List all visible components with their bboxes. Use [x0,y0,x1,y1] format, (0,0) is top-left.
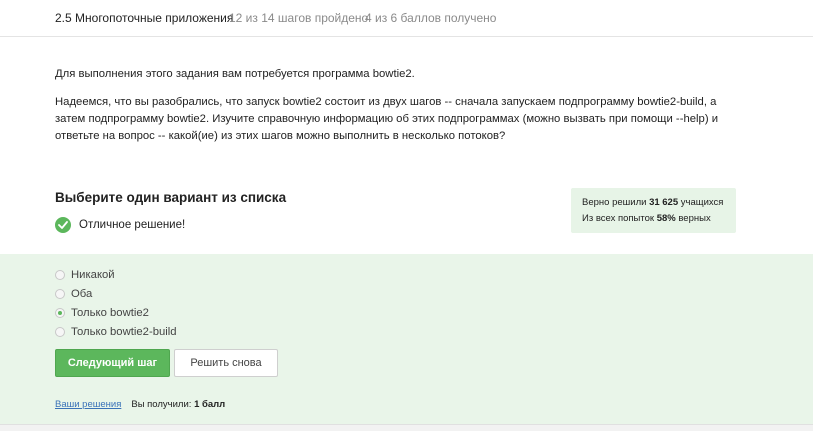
option-label: Только bowtie2-build [71,325,177,338]
options-list: Никакой Оба Только bowtie2 Только bowtie… [55,265,177,341]
received-prefix: Вы получили: [131,399,192,410]
bottom-divider [0,424,813,431]
option-none[interactable]: Никакой [55,265,177,284]
stats-attempts-percent: 58% [656,213,676,224]
retry-button[interactable]: Решить снова [174,349,278,377]
feedback-text: Отличное решение! [79,219,186,231]
task-paragraph-1: Для выполнения этого задания вам потребу… [55,68,415,80]
task-description: Для выполнения этого задания вам потребу… [55,66,745,156]
task-paragraph-2: Надеемся, что вы разобрались, что запуск… [55,96,719,142]
option-label: Только bowtie2 [71,306,149,319]
stats-solved: Верно решили 31 625 учащихся [582,195,736,211]
radio-button[interactable] [55,326,65,337]
received-score: Вы получили: 1 балл [131,399,225,410]
lesson-title[interactable]: 2.5 Многопоточные приложения [55,11,233,25]
lesson-header: 2.5 Многопоточные приложения 12 из 14 ша… [0,0,813,37]
option-only-bowtie2-build[interactable]: Только bowtie2-build [55,322,177,341]
radio-button[interactable] [55,288,65,299]
score-progress: 4 из 6 баллов получено [365,11,497,25]
option-label: Никакой [71,268,115,281]
option-label: Оба [71,287,93,300]
stats-attempts-prefix: Из всех попыток [582,213,655,224]
option-only-bowtie2[interactable]: Только bowtie2 [55,303,177,322]
radio-button[interactable] [55,269,65,280]
stats-solved-count: 31 625 [649,197,679,208]
stats-attempts: Из всех попыток 58% верных [582,211,736,227]
answer-area: Никакой Оба Только bowtie2 Только bowtie… [0,254,813,424]
result-line: Ваши решения Вы получили: 1 балл [55,399,225,410]
feedback-message: Отличное решение! [55,216,185,234]
stats-solved-prefix: Верно решили [582,197,647,208]
your-solutions-link[interactable]: Ваши решения [55,399,121,410]
radio-button-selected[interactable] [55,307,65,318]
check-circle-icon [55,217,71,233]
quiz-title: Выберите один вариант из списка [55,190,287,205]
stats-solved-suffix: учащихся [680,197,724,208]
next-step-button[interactable]: Следующий шаг [55,349,170,377]
stats-box: Верно решили 31 625 учащихся Из всех поп… [571,188,736,233]
option-both[interactable]: Оба [55,284,177,303]
received-value: 1 балл [194,399,226,410]
steps-progress: 12 из 14 шагов пройдено [229,11,369,25]
stats-attempts-suffix: верных [678,213,711,224]
